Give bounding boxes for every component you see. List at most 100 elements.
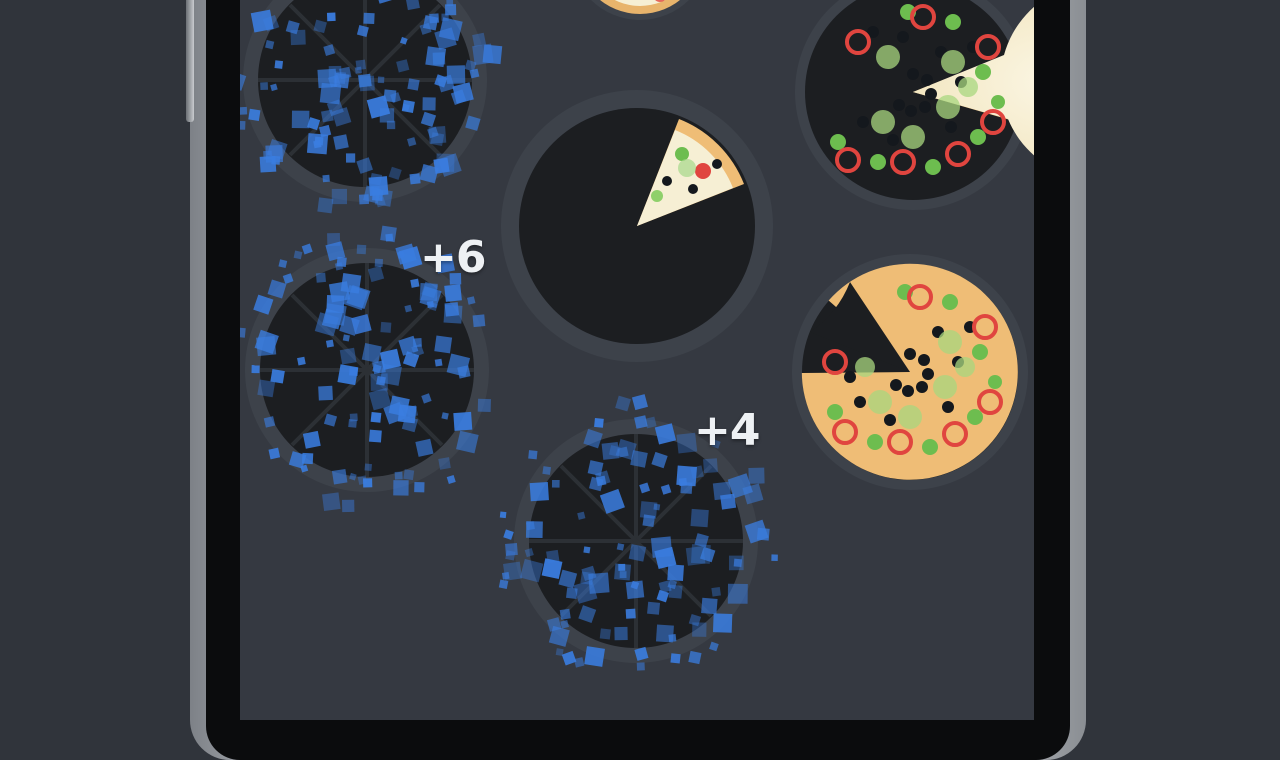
particle — [685, 546, 706, 566]
particle — [320, 109, 334, 123]
particle — [325, 339, 334, 348]
particle — [472, 43, 494, 66]
particle — [559, 608, 571, 620]
particle — [653, 503, 661, 511]
particle — [322, 492, 341, 511]
particle — [248, 108, 261, 121]
particle — [397, 404, 417, 424]
particle — [363, 12, 375, 25]
particle — [667, 564, 684, 582]
particle — [250, 9, 274, 33]
particle — [616, 543, 625, 551]
plate-center[interactable] — [501, 90, 773, 362]
particle — [426, 300, 435, 308]
particle — [615, 395, 631, 412]
particle — [357, 73, 372, 88]
particle — [498, 579, 509, 590]
particle — [625, 580, 645, 600]
game-screen[interactable]: +6 +4 — [240, 0, 1034, 720]
particle — [376, 375, 386, 386]
particle — [403, 469, 415, 481]
particle — [647, 601, 661, 615]
particle — [302, 430, 321, 449]
particle — [625, 608, 636, 619]
particle — [583, 546, 591, 554]
particle — [690, 508, 709, 528]
particle — [631, 394, 648, 411]
particle — [257, 379, 276, 398]
particle — [561, 650, 577, 666]
particle — [499, 511, 507, 519]
particle — [422, 97, 436, 111]
particle — [394, 471, 403, 480]
particle — [342, 334, 350, 342]
phone-side-button — [186, 0, 194, 122]
particle — [701, 597, 718, 615]
particle — [354, 66, 362, 74]
particle — [525, 521, 543, 539]
pizza-middle-right[interactable] — [771, 233, 1034, 510]
particle — [551, 479, 560, 488]
particle — [385, 233, 394, 242]
right-background — [1086, 0, 1280, 720]
particle — [595, 475, 607, 487]
particle — [315, 272, 326, 283]
particle — [364, 463, 373, 472]
particle — [333, 134, 349, 150]
particle — [505, 543, 518, 556]
particle — [555, 648, 564, 656]
particle — [733, 558, 743, 568]
particle — [692, 622, 707, 637]
particle — [434, 335, 453, 354]
particle — [443, 304, 463, 324]
particle — [614, 626, 628, 641]
particle — [240, 327, 246, 338]
particle — [274, 60, 284, 69]
particle — [428, 126, 447, 144]
particle — [361, 343, 382, 363]
particle — [634, 415, 648, 429]
particle — [703, 458, 718, 474]
particle — [655, 624, 674, 643]
particle — [670, 653, 681, 664]
particle — [326, 12, 336, 22]
score-popup-4: +4 — [694, 405, 760, 456]
particle — [711, 586, 721, 597]
particle — [446, 65, 466, 84]
particle — [642, 514, 656, 527]
particle — [528, 450, 538, 460]
particle — [415, 438, 434, 457]
particle — [457, 365, 471, 379]
particle — [377, 76, 385, 84]
particle — [614, 563, 632, 581]
particle — [278, 259, 288, 269]
particle — [712, 481, 732, 501]
particle — [668, 584, 683, 599]
particle — [349, 367, 359, 376]
particle — [410, 278, 420, 288]
pizza-top-center[interactable] — [570, 0, 710, 20]
particle — [433, 157, 450, 174]
particle — [771, 554, 778, 561]
particle — [317, 197, 334, 214]
pizza-top-right[interactable] — [795, 0, 1034, 210]
particle — [542, 466, 552, 475]
particle — [676, 465, 697, 487]
particle — [331, 188, 348, 205]
particle — [438, 457, 451, 470]
particle — [688, 650, 702, 665]
particle — [331, 468, 348, 485]
particle — [441, 412, 449, 420]
particle — [444, 284, 462, 302]
particle — [327, 232, 341, 247]
particle — [727, 583, 748, 604]
particle — [636, 662, 645, 671]
particle — [472, 32, 487, 47]
left-background — [0, 0, 190, 720]
particle — [566, 587, 578, 599]
particle — [446, 474, 456, 485]
particle — [628, 544, 647, 562]
game-board[interactable] — [240, 0, 1034, 720]
particle — [503, 529, 514, 540]
particle — [348, 419, 357, 428]
